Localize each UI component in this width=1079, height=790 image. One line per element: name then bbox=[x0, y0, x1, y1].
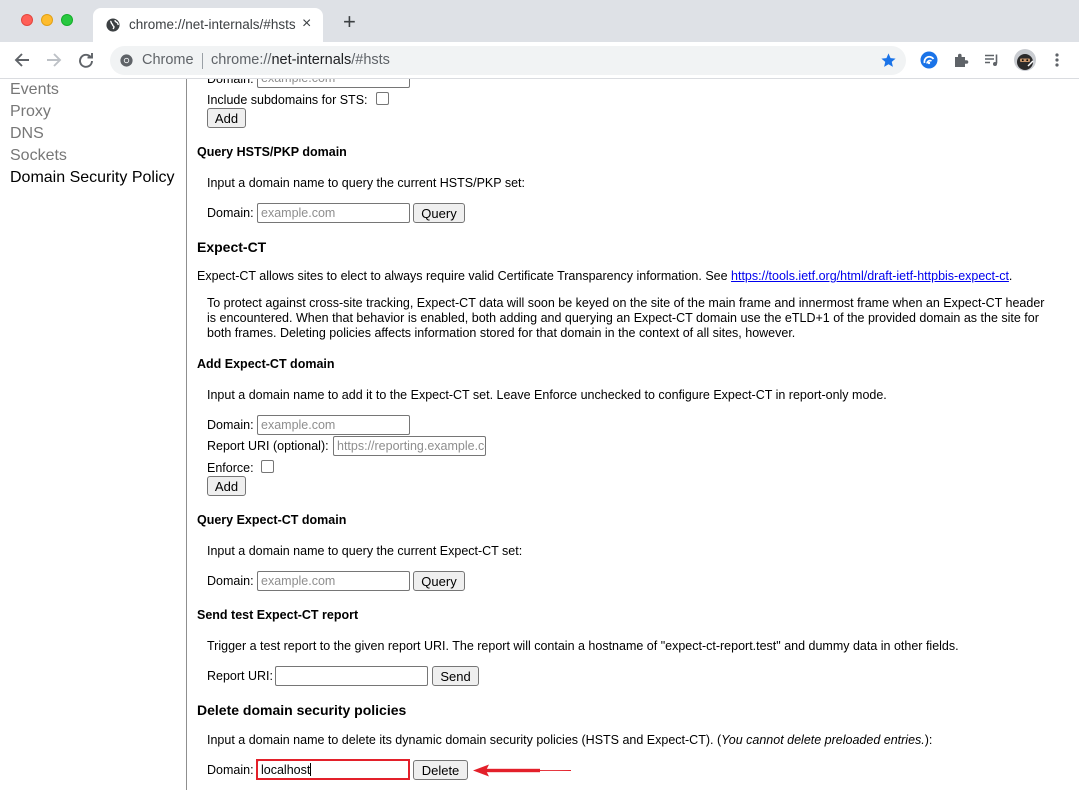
expect-ct-add-description: Input a domain name to add it to the Exp… bbox=[207, 388, 887, 402]
main-content: Domain: example.com Include subdomains f… bbox=[187, 79, 1079, 790]
hsts-subdomains-checkbox[interactable] bbox=[376, 92, 389, 105]
more-menu-icon[interactable] bbox=[1048, 51, 1066, 69]
sidebar-nav: Events Proxy DNS Sockets Domain Security… bbox=[0, 79, 187, 790]
delete-button[interactable]: Delete bbox=[413, 760, 468, 780]
hsts-add-domain-label: Domain: bbox=[207, 79, 254, 86]
active-tab[interactable]: chrome://net-internals/#hsts × bbox=[93, 8, 323, 42]
expect-ct-test-report-uri-input[interactable] bbox=[275, 666, 428, 686]
back-button[interactable] bbox=[10, 48, 34, 72]
arrow-left-icon bbox=[14, 53, 29, 67]
expect-ct-notice-line-1: To protect against cross-site tracking, … bbox=[207, 296, 1045, 310]
new-tab-button[interactable]: + bbox=[343, 11, 356, 33]
annotation-highlight-box bbox=[256, 759, 410, 780]
media-controls-icon[interactable] bbox=[983, 51, 1001, 69]
expect-ct-intro-text: Expect-CT allows sites to elect to alway… bbox=[197, 269, 732, 283]
delete-policies-heading: Delete domain security policies bbox=[197, 702, 407, 718]
page: Events Proxy DNS Sockets Domain Security… bbox=[0, 79, 1079, 790]
sidebar-item-sockets[interactable]: Sockets bbox=[10, 147, 67, 165]
expect-ct-notice-line-2: is encountered. When that behavior is en… bbox=[207, 311, 1039, 325]
reload-button[interactable] bbox=[74, 48, 98, 72]
hsts-query-heading: Query HSTS/PKP domain bbox=[197, 145, 347, 159]
hsts-add-domain-input[interactable]: example.com bbox=[257, 79, 410, 88]
window-close-button[interactable] bbox=[21, 14, 33, 26]
reload-icon bbox=[79, 53, 93, 68]
expect-ct-report-uri-label: Report URI (optional): bbox=[207, 439, 329, 453]
extension-speedometer-icon[interactable] bbox=[920, 51, 938, 69]
tab-strip: chrome://net-internals/#hsts × + bbox=[0, 0, 1079, 42]
expect-ct-add-domain-input[interactable]: example.com bbox=[257, 415, 410, 435]
expect-ct-enforce-checkbox[interactable] bbox=[261, 460, 274, 473]
delete-description-text: Input a domain name to delete its dynami… bbox=[207, 733, 722, 747]
expect-ct-query-domain-input[interactable]: example.com bbox=[257, 571, 410, 591]
delete-description-italic: You cannot delete preloaded entries. bbox=[721, 733, 925, 747]
delete-domain-label: Domain: bbox=[207, 763, 254, 777]
expect-ct-query-description: Input a domain name to query the current… bbox=[207, 544, 523, 558]
expect-ct-send-button[interactable]: Send bbox=[432, 666, 479, 686]
arrow-right-icon bbox=[47, 53, 62, 67]
sidebar-item-dns[interactable]: DNS bbox=[10, 125, 44, 143]
hsts-query-button[interactable]: Query bbox=[413, 203, 465, 223]
hsts-query-domain-input[interactable]: example.com bbox=[257, 203, 410, 223]
sidebar-item-proxy[interactable]: Proxy bbox=[10, 103, 51, 121]
hsts-subdomains-label: Include subdomains for STS: bbox=[207, 93, 368, 107]
hsts-add-button[interactable]: Add bbox=[207, 108, 246, 128]
url-text[interactable]: chrome://net-internals/#hsts bbox=[211, 52, 390, 68]
hsts-query-description: Input a domain name to query the current… bbox=[207, 176, 525, 190]
profile-avatar[interactable] bbox=[1014, 49, 1036, 71]
sidebar-item-events[interactable]: Events bbox=[10, 81, 59, 99]
annotation-arrow-icon bbox=[473, 764, 572, 777]
omnibox-separator bbox=[202, 53, 203, 69]
url-path: /#hsts bbox=[351, 52, 390, 68]
expect-ct-spec-link[interactable]: https://tools.ietf.org/html/draft-ietf-h… bbox=[731, 269, 1009, 283]
expect-ct-intro: Expect-CT allows sites to elect to alway… bbox=[197, 269, 1012, 283]
forward-button[interactable] bbox=[42, 48, 66, 72]
sidebar-item-domain-security-policy[interactable]: Domain Security Policy bbox=[10, 169, 175, 187]
url-scheme: chrome:// bbox=[211, 52, 272, 68]
expect-ct-report-uri-input[interactable]: https://reporting.example.com bbox=[333, 436, 486, 456]
expect-ct-test-description: Trigger a test report to the given repor… bbox=[207, 639, 959, 653]
chrome-logo-icon bbox=[120, 54, 133, 67]
expect-ct-heading: Expect-CT bbox=[197, 239, 267, 255]
extensions-puzzle-icon[interactable] bbox=[952, 51, 970, 69]
bookmark-star-icon[interactable] bbox=[880, 52, 897, 69]
expect-ct-enforce-label: Enforce: bbox=[207, 461, 254, 475]
tab-title: chrome://net-internals/#hsts bbox=[129, 17, 296, 32]
expect-ct-add-heading: Add Expect-CT domain bbox=[197, 357, 335, 371]
expect-ct-test-heading: Send test Expect-CT report bbox=[197, 608, 359, 622]
delete-policies-description: Input a domain name to delete its dynami… bbox=[207, 733, 932, 747]
address-bar[interactable]: Chrome chrome://net-internals/#hsts bbox=[110, 46, 906, 75]
expect-ct-intro-end: . bbox=[1008, 269, 1013, 283]
tab-close-icon[interactable]: × bbox=[302, 15, 311, 33]
window-minimize-button[interactable] bbox=[41, 14, 53, 26]
globe-icon bbox=[106, 18, 120, 32]
expect-ct-query-heading: Query Expect-CT domain bbox=[197, 513, 347, 527]
window-maximize-button[interactable] bbox=[61, 14, 73, 26]
delete-description-end: ): bbox=[924, 733, 933, 747]
ninja-avatar-icon bbox=[1017, 54, 1034, 70]
expect-ct-add-button[interactable]: Add bbox=[207, 476, 246, 496]
url-host: net-internals bbox=[271, 52, 352, 68]
hsts-query-domain-label: Domain: bbox=[207, 206, 254, 220]
expect-ct-add-domain-label: Domain: bbox=[207, 418, 254, 432]
expect-ct-test-report-uri-label: Report URI: bbox=[207, 669, 273, 683]
expect-ct-query-domain-label: Domain: bbox=[207, 574, 254, 588]
browser-toolbar: Chrome chrome://net-internals/#hsts bbox=[0, 42, 1079, 79]
omnibox-chip: Chrome bbox=[142, 52, 194, 68]
expect-ct-query-button[interactable]: Query bbox=[413, 571, 465, 591]
expect-ct-notice-line-3: both frames. Deleting policies affects i… bbox=[207, 326, 796, 340]
